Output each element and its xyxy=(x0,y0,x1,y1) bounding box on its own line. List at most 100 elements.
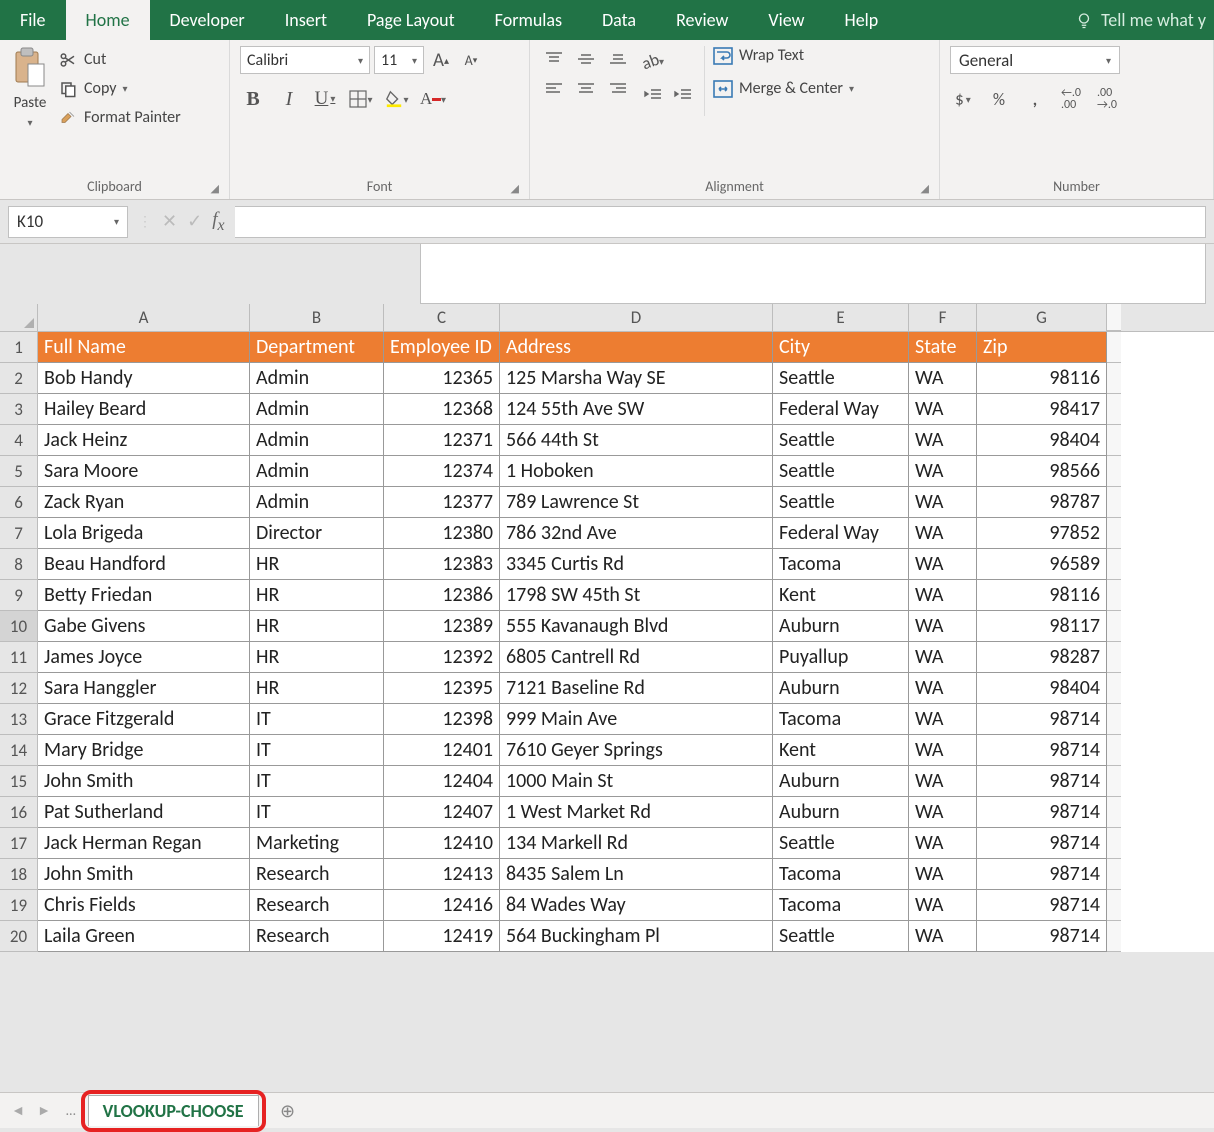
cancel-formula-button[interactable]: ✕ xyxy=(162,210,177,232)
cell[interactable]: 12413 xyxy=(384,859,500,890)
tab-page-layout[interactable]: Page Layout xyxy=(347,0,475,40)
paste-button[interactable]: Paste ▾ xyxy=(10,46,50,129)
cell[interactable]: HR xyxy=(250,673,384,704)
cell[interactable]: 98714 xyxy=(977,921,1107,952)
cell[interactable]: Address xyxy=(500,332,773,363)
cell[interactable]: WA xyxy=(909,580,977,611)
cell[interactable]: State xyxy=(909,332,977,363)
format-painter-button[interactable]: Format Painter xyxy=(58,108,181,127)
cell[interactable]: Chris Fields xyxy=(38,890,250,921)
sheet-nav-prev[interactable]: ◄ xyxy=(8,1102,28,1119)
row-header[interactable]: 2 xyxy=(0,363,38,394)
cell[interactable]: John Smith xyxy=(38,859,250,890)
decrease-decimal-button[interactable]: .00→.0 xyxy=(1094,86,1120,112)
italic-button[interactable]: I xyxy=(276,86,302,112)
cell[interactable]: Admin xyxy=(250,487,384,518)
cell[interactable]: WA xyxy=(909,394,977,425)
align-right-button[interactable] xyxy=(604,76,632,102)
align-top-button[interactable] xyxy=(540,46,568,72)
row-header[interactable]: 15 xyxy=(0,766,38,797)
tab-file[interactable]: File xyxy=(0,0,66,40)
cell[interactable]: 6805 Cantrell Rd xyxy=(500,642,773,673)
cell[interactable]: 786 32nd Ave xyxy=(500,518,773,549)
row-header[interactable]: 12 xyxy=(0,673,38,704)
row-header[interactable]: 18 xyxy=(0,859,38,890)
row-header[interactable]: 17 xyxy=(0,828,38,859)
dialog-launcher-icon[interactable]: ◢ xyxy=(921,182,929,195)
cell[interactable]: 98714 xyxy=(977,766,1107,797)
cell[interactable]: Tacoma xyxy=(773,704,909,735)
cell[interactable]: 98287 xyxy=(977,642,1107,673)
cell[interactable]: WA xyxy=(909,425,977,456)
font-color-button[interactable]: A▾ xyxy=(420,86,446,112)
cell[interactable]: Mary Bridge xyxy=(38,735,250,766)
cell[interactable]: WA xyxy=(909,704,977,735)
cell[interactable]: Betty Friedan xyxy=(38,580,250,611)
cell[interactable]: 12404 xyxy=(384,766,500,797)
cell[interactable]: Jack Herman Regan xyxy=(38,828,250,859)
sheet-tab-active[interactable]: VLOOKUP-CHOOSE xyxy=(88,1095,259,1126)
cell[interactable]: Tacoma xyxy=(773,890,909,921)
cell[interactable]: Admin xyxy=(250,363,384,394)
cell[interactable]: James Joyce xyxy=(38,642,250,673)
col-header-G[interactable]: G xyxy=(977,304,1107,331)
cut-button[interactable]: Cut xyxy=(58,50,181,69)
cell[interactable]: 98714 xyxy=(977,704,1107,735)
cell[interactable]: Director xyxy=(250,518,384,549)
cell[interactable]: Zip xyxy=(977,332,1107,363)
cell[interactable]: 98404 xyxy=(977,673,1107,704)
cell[interactable]: 124 55th Ave SW xyxy=(500,394,773,425)
cell[interactable]: Seattle xyxy=(773,487,909,518)
cell[interactable]: Auburn xyxy=(773,611,909,642)
row-header[interactable]: 19 xyxy=(0,890,38,921)
borders-button[interactable]: ▾ xyxy=(348,86,374,112)
cell[interactable]: 12392 xyxy=(384,642,500,673)
row-header[interactable]: 9 xyxy=(0,580,38,611)
tab-review[interactable]: Review xyxy=(656,0,748,40)
cell[interactable]: Kent xyxy=(773,580,909,611)
cell[interactable]: Sara Hanggler xyxy=(38,673,250,704)
cell[interactable]: 98714 xyxy=(977,797,1107,828)
cell[interactable]: 1 Hoboken xyxy=(500,456,773,487)
cell[interactable]: 3345 Curtis Rd xyxy=(500,549,773,580)
cell[interactable]: Marketing xyxy=(250,828,384,859)
tab-view[interactable]: View xyxy=(748,0,824,40)
cell[interactable]: 12416 xyxy=(384,890,500,921)
cell[interactable]: 98787 xyxy=(977,487,1107,518)
decrease-indent-button[interactable] xyxy=(640,82,666,108)
row-header[interactable]: 1 xyxy=(0,332,38,363)
cell[interactable]: IT xyxy=(250,766,384,797)
cell[interactable]: 12401 xyxy=(384,735,500,766)
cell[interactable]: Zack Ryan xyxy=(38,487,250,518)
name-box[interactable]: K10▾ xyxy=(8,206,128,238)
row-header[interactable]: 4 xyxy=(0,425,38,456)
col-header-D[interactable]: D xyxy=(500,304,773,331)
cell[interactable]: Federal Way xyxy=(773,394,909,425)
cell[interactable]: Beau Handford xyxy=(38,549,250,580)
copy-button[interactable]: Copy ▾ xyxy=(58,79,181,98)
cell[interactable]: Admin xyxy=(250,394,384,425)
cell[interactable]: WA xyxy=(909,859,977,890)
cell[interactable]: 12410 xyxy=(384,828,500,859)
cell[interactable]: 12374 xyxy=(384,456,500,487)
cell[interactable]: HR xyxy=(250,611,384,642)
tab-home[interactable]: Home xyxy=(66,0,150,40)
cell[interactable]: 84 Wades Way xyxy=(500,890,773,921)
cell[interactable]: 12380 xyxy=(384,518,500,549)
cell[interactable]: WA xyxy=(909,456,977,487)
cell[interactable]: 125 Marsha Way SE xyxy=(500,363,773,394)
cell[interactable]: Full Name xyxy=(38,332,250,363)
underline-button[interactable]: U▾ xyxy=(312,86,338,112)
cell[interactable]: 8435 Salem Ln xyxy=(500,859,773,890)
align-center-button[interactable] xyxy=(572,76,600,102)
dialog-launcher-icon[interactable]: ◢ xyxy=(511,182,519,195)
select-all-corner[interactable] xyxy=(0,304,38,331)
cell[interactable]: 566 44th St xyxy=(500,425,773,456)
cell[interactable]: Seattle xyxy=(773,828,909,859)
align-left-button[interactable] xyxy=(540,76,568,102)
cell[interactable]: Admin xyxy=(250,425,384,456)
cell[interactable]: IT xyxy=(250,735,384,766)
cell[interactable]: 12365 xyxy=(384,363,500,394)
cell[interactable]: 96589 xyxy=(977,549,1107,580)
row-header[interactable]: 7 xyxy=(0,518,38,549)
